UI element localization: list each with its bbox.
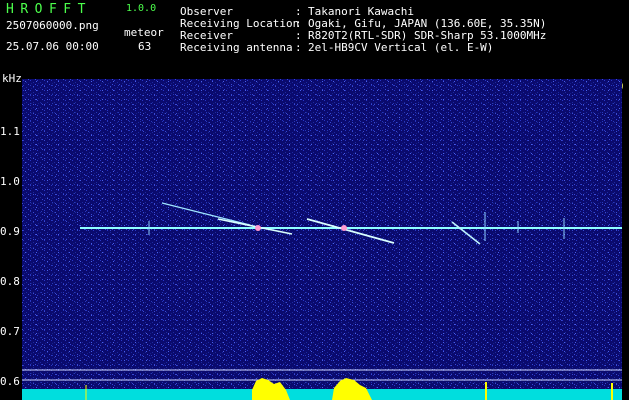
- meteor-echo-head: [341, 225, 347, 231]
- meteor-count: 63: [138, 40, 152, 53]
- plot-noise-overlay: [22, 79, 622, 400]
- info-value-receiver: R820T2(RTL-SDR) SDR-Sharp 53.1000MHz: [308, 29, 547, 42]
- file-name: 2507060000.png: [6, 19, 99, 32]
- info-key-antenna: Receiving antenna: [180, 41, 293, 54]
- info-key-observer: Observer: [180, 5, 233, 18]
- info-value-location: Ogaki, Gifu, JAPAN (136.60E, 35.35N): [308, 17, 547, 30]
- info-sep: :: [295, 29, 302, 42]
- info-sep: :: [295, 41, 302, 54]
- header-panel: HROFFT 1.0.0 2507060000.png 25.07.06 00:…: [0, 0, 629, 72]
- info-sep: :: [295, 17, 302, 30]
- y-tick-label: 0.9: [0, 225, 20, 238]
- y-tick-label: 0.8: [0, 275, 20, 288]
- y-axis-unit: kHz: [2, 72, 22, 85]
- info-value-observer: Takanori Kawachi: [308, 5, 414, 18]
- info-key-receiver: Receiver: [180, 29, 233, 42]
- info-key-location: Receiving Location: [180, 17, 300, 30]
- meteor-label: meteor: [124, 26, 164, 39]
- meteor-echo-head: [255, 225, 261, 231]
- info-sep: :: [295, 5, 302, 18]
- y-tick-label: 0.7: [0, 325, 20, 338]
- y-tick-label: 1.1: [0, 125, 20, 138]
- y-tick-label: 0.6: [0, 375, 20, 388]
- app-brand: HROFFT: [6, 2, 92, 17]
- record-datetime: 25.07.06 00:00: [6, 40, 99, 53]
- y-tick-label: 1.0: [0, 175, 20, 188]
- app-version: 1.0.0: [126, 3, 157, 14]
- info-value-antenna: 2el-HB9CV Vertical (el. E-W): [308, 41, 494, 54]
- spectrogram-plot: [22, 79, 622, 400]
